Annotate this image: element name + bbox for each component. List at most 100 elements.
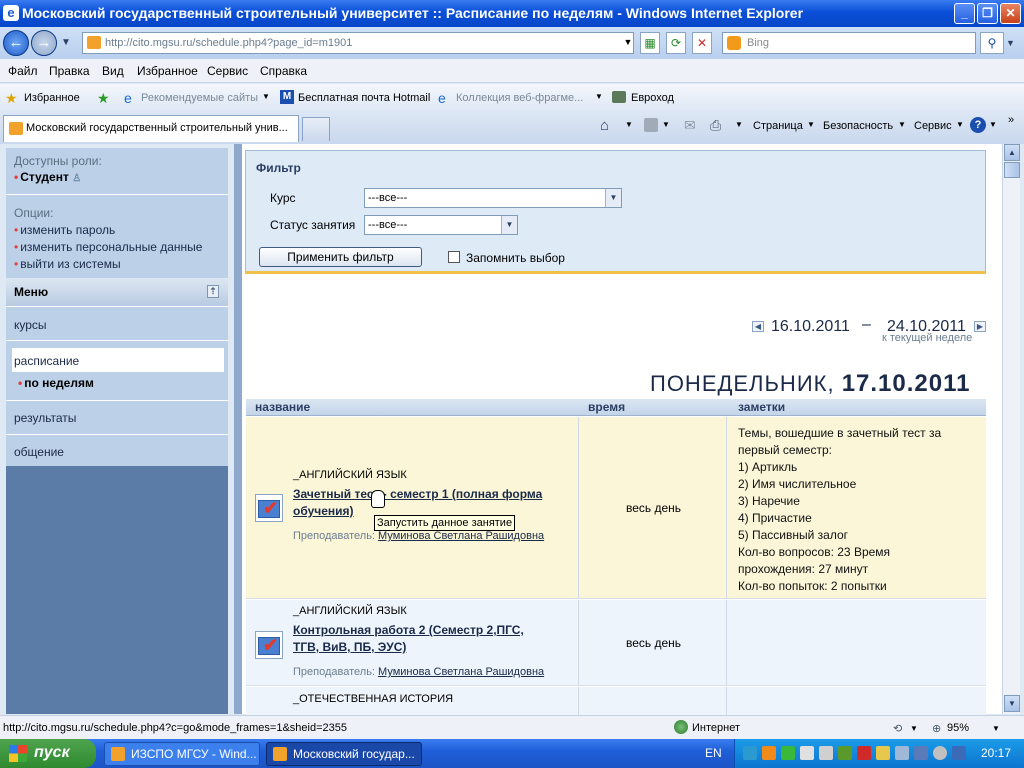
test-icon[interactable]: ✔ [255,494,283,522]
search-icon[interactable]: ⚲ [980,32,1004,54]
print-icon[interactable]: ⎙ [710,117,721,134]
prev-week-icon[interactable]: ◀ [752,321,764,332]
add-favorite-icon[interactable]: ★ [97,90,110,107]
tray-app-icon[interactable] [895,746,909,760]
taskbar-item-mgsu[interactable]: Московский государ... [266,742,422,766]
apply-filter-button[interactable]: Применить фильтр [259,247,422,267]
tray-volume-icon[interactable] [876,746,890,760]
window-title-bar[interactable]: e Московский государственный строительны… [0,0,1024,27]
menu-tools[interactable]: Сервис [207,64,248,78]
chevron-down-icon[interactable]: ▼ [910,724,918,733]
stop-icon[interactable]: ✕ [692,32,712,54]
safety-menu[interactable]: Безопасность [823,120,893,132]
chevron-down-icon[interactable]: ▼ [898,120,906,129]
language-indicator[interactable]: EN [705,746,722,760]
favorites-button[interactable]: Избранное [24,92,80,104]
option-change-personal-data[interactable]: • изменить персональные данные [14,240,202,254]
chevron-down-icon[interactable]: ▼ [625,120,633,129]
next-week-icon[interactable]: ▶ [974,321,986,332]
scroll-up-icon[interactable]: ▲ [1004,144,1020,161]
address-bar[interactable]: http://cito.mgsu.ru/schedule.php4?page_i… [82,32,634,54]
tray-app-icon[interactable] [838,746,852,760]
page-menu[interactable]: Страница [753,120,803,132]
course-select[interactable]: ---все--- ▼ [364,188,622,208]
menu-favorites[interactable]: Избранное [137,64,198,78]
option-change-password[interactable]: • изменить пароль [14,223,115,237]
lesson-link[interactable]: Зачетный тест - семестр 1 (полная форма [293,487,542,501]
vertical-scrollbar[interactable]: ▲ ▼ [1002,144,1020,714]
tray-app-icon[interactable] [914,746,928,760]
status-select[interactable]: ---все--- ▼ [364,215,518,235]
tab-active[interactable]: Московский государственный строительный … [3,115,299,142]
protected-mode-icon[interactable]: ⟲ [893,722,902,735]
taskbar-item-izspo[interactable]: ИЗСПО МГСУ - Wind... [104,742,260,766]
collapse-menu-icon[interactable]: ⇡ [207,285,219,298]
search-input[interactable]: Bing [722,32,976,54]
role-item[interactable]: • Студент ♙ [14,170,81,184]
fav-suggested-sites[interactable]: Рекомендуемые сайты [141,92,258,104]
nav-results[interactable]: результаты [14,411,76,425]
history-dropdown-icon[interactable]: ▼ [61,37,71,48]
more-tools-icon[interactable]: » [1008,114,1014,126]
tray-app-icon[interactable] [781,746,795,760]
chevron-down-icon[interactable]: ▼ [262,92,270,101]
home-icon[interactable]: ⌂ [600,117,609,134]
zoom-level[interactable]: 95% [947,722,969,734]
teacher-link[interactable]: Муминова Светлана Рашидовна [378,530,544,542]
chevron-down-icon[interactable]: ▼ [992,724,1000,733]
search-options-icon[interactable]: ▼ [1006,38,1015,48]
menu-file[interactable]: Файл [8,64,38,78]
nav-communication[interactable]: общение [14,445,64,459]
mail-icon[interactable]: ✉ [684,117,696,134]
maximize-button[interactable]: ❐ [977,3,998,24]
fav-web-slices[interactable]: Коллекция веб-фрагме... [456,92,583,104]
chevron-down-icon[interactable]: ▼ [956,120,964,129]
tray-app-icon[interactable] [800,746,814,760]
compat-view-icon[interactable]: ▦ [640,32,660,54]
lesson-link[interactable]: Контрольная работа 2 (Семестр 2,ПГС, [293,623,524,637]
current-week-link[interactable]: к текущей неделе [882,332,972,344]
start-button[interactable]: пуск [0,739,96,768]
tray-network-icon[interactable] [819,746,833,760]
scroll-thumb[interactable] [1004,162,1020,178]
remember-checkbox[interactable] [448,251,460,263]
menu-view[interactable]: Вид [102,64,124,78]
row-course: _АНГЛИЙСКИЙ ЯЗЫК [293,605,407,617]
tray-app-icon[interactable] [933,746,947,760]
close-window-button[interactable]: ✕ [1000,3,1021,24]
option-logout[interactable]: • выйти из системы [14,257,121,271]
scroll-down-icon[interactable]: ▼ [1004,695,1020,712]
chevron-down-icon[interactable]: ▼ [807,120,815,129]
teacher-link[interactable]: Муминова Светлана Рашидовна [378,666,544,678]
fav-evrohod[interactable]: Евроход [631,92,674,104]
nav-schedule[interactable]: расписание [14,354,79,368]
new-tab-button[interactable] [302,117,330,141]
address-dropdown-icon[interactable]: ▼ [620,32,636,54]
test-icon[interactable]: ✔ [255,631,283,659]
tray-app-icon[interactable] [952,746,966,760]
menu-help[interactable]: Справка [260,64,307,78]
nav-schedule-weekly[interactable]: • по неделям [18,376,94,390]
refresh-icon[interactable]: ⟳ [666,32,686,54]
menu-edit[interactable]: Правка [49,64,90,78]
tray-app-icon[interactable] [762,746,776,760]
fav-hotmail[interactable]: Бесплатная почта Hotmail [298,92,430,104]
minimize-button[interactable]: _ [954,3,975,24]
chevron-down-icon[interactable]: ▼ [595,92,603,101]
forward-button[interactable]: → [31,30,57,56]
help-icon[interactable]: ? [970,117,986,133]
clock[interactable]: 20:17 [981,746,1011,760]
feeds-icon[interactable] [644,118,658,132]
chevron-down-icon[interactable]: ▼ [735,120,743,129]
tools-menu[interactable]: Сервис [914,120,952,132]
chevron-down-icon[interactable]: ▼ [989,120,997,129]
lesson-link-cont[interactable]: ТГВ, ВиВ, ПБ, ЭУС) [293,640,406,654]
nav-courses[interactable]: курсы [14,318,47,332]
tray-app-icon[interactable] [857,746,871,760]
option-change-personal-data-label: изменить персональные данные [20,240,203,254]
tray-bluetooth-icon[interactable] [743,746,757,760]
chevron-down-icon[interactable]: ▼ [662,120,670,129]
lesson-link-cont[interactable]: обучения) [293,504,354,518]
back-button[interactable]: ← [3,30,29,56]
frame-splitter[interactable] [234,144,242,714]
